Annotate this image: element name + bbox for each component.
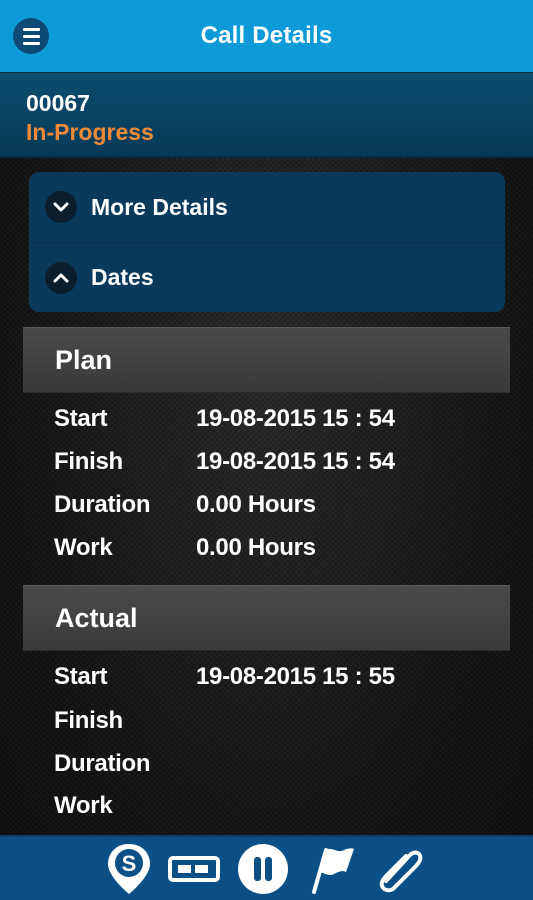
actual-heading: Actual bbox=[23, 585, 510, 651]
plan-duration-row: Duration 0.00 Hours bbox=[54, 485, 316, 525]
battery-icon[interactable] bbox=[167, 854, 222, 884]
pause-icon[interactable] bbox=[236, 842, 290, 896]
actual-duration-row: Duration bbox=[54, 744, 196, 784]
call-number: 00067 bbox=[26, 90, 90, 116]
plan-finish-row: Finish 19-08-2015 15 : 54 bbox=[54, 442, 395, 482]
actual-start-value: 19-08-2015 15 : 55 bbox=[196, 663, 395, 690]
more-details-label: More Details bbox=[91, 193, 228, 220]
plan-work-row: Work 0.00 Hours bbox=[54, 528, 316, 568]
plan-duration-label: Duration bbox=[54, 491, 151, 518]
chevron-down-icon bbox=[45, 191, 77, 223]
dates-label: Dates bbox=[91, 264, 154, 290]
location-pin-s-icon[interactable]: S bbox=[104, 841, 154, 897]
top-bar: Call Details bbox=[0, 0, 533, 72]
plan-start-label: Start bbox=[54, 405, 108, 432]
plan-heading: Plan bbox=[23, 327, 510, 393]
actual-finish-row: Finish bbox=[54, 701, 196, 741]
actual-finish-label: Finish bbox=[54, 707, 123, 734]
actual-start-row: Start 19-08-2015 15 : 55 bbox=[54, 657, 395, 697]
actual-work-label: Work bbox=[54, 792, 113, 819]
paperclip-icon[interactable] bbox=[372, 841, 430, 897]
s-letter: S bbox=[121, 851, 136, 876]
plan-finish-value: 19-08-2015 15 : 54 bbox=[196, 448, 395, 475]
details-accordion: More Details Dates bbox=[29, 172, 505, 312]
flag-icon[interactable] bbox=[304, 842, 358, 896]
plan-start-value: 19-08-2015 15 : 54 bbox=[196, 405, 395, 432]
status-label: In-Progress bbox=[26, 119, 154, 145]
plan-work-label: Work bbox=[54, 534, 113, 561]
hamburger-icon[interactable] bbox=[13, 18, 49, 54]
bottom-toolbar: S bbox=[0, 835, 533, 900]
more-details-toggle[interactable]: More Details bbox=[29, 172, 505, 242]
plan-duration-value: 0.00 Hours bbox=[196, 491, 316, 518]
chevron-up-icon bbox=[45, 261, 77, 294]
actual-start-label: Start bbox=[54, 663, 108, 690]
actual-duration-label: Duration bbox=[54, 750, 151, 777]
call-header: 00067 In-Progress bbox=[0, 72, 533, 158]
plan-work-value: 0.00 Hours bbox=[196, 534, 316, 561]
page-title: Call Details bbox=[200, 22, 333, 49]
dates-toggle[interactable]: Dates bbox=[29, 242, 505, 312]
plan-finish-label: Finish bbox=[54, 448, 123, 475]
actual-work-row: Work bbox=[54, 786, 196, 826]
plan-start-row: Start 19-08-2015 15 : 54 bbox=[54, 399, 395, 439]
